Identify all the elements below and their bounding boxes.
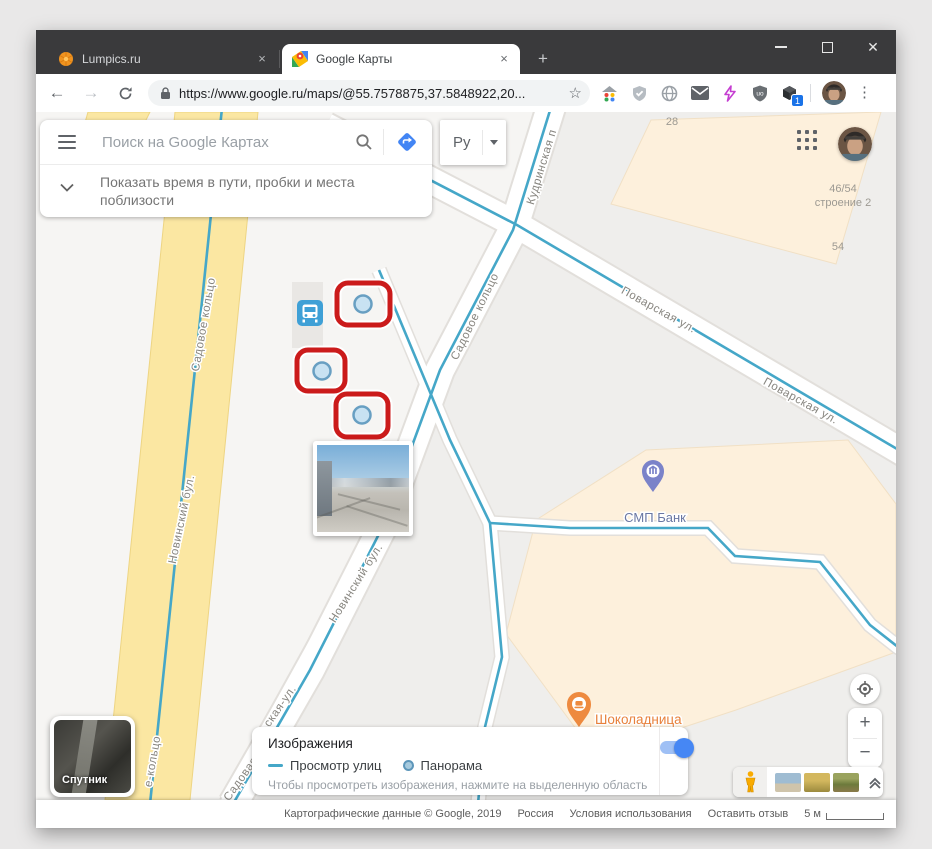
panorama-circle-swatch xyxy=(403,760,414,771)
back-button[interactable]: ← xyxy=(44,80,70,106)
tab-lumpics[interactable]: Lumpics.ru × xyxy=(48,44,278,74)
cube-extension-icon[interactable]: 1 xyxy=(780,84,799,103)
reload-icon xyxy=(118,86,133,101)
google-apps-grid-icon[interactable] xyxy=(796,129,820,153)
images-panel-hint: Чтобы просмотреть изображения, нажмите н… xyxy=(268,778,647,792)
map-canvas[interactable]: Садовое кольцо Новинский бул. е-кольцо К… xyxy=(36,112,896,800)
building-number: 54 xyxy=(832,241,844,253)
building-number: 46/54 xyxy=(829,183,857,195)
language-label: Ру xyxy=(453,134,471,151)
forward-button[interactable]: → xyxy=(78,80,104,106)
zoom-out-button[interactable]: − xyxy=(848,739,882,769)
reload-button[interactable] xyxy=(112,80,138,106)
account-avatar[interactable] xyxy=(838,127,872,161)
shield-check-extension-icon[interactable] xyxy=(630,84,649,103)
pegman-bar xyxy=(733,767,883,797)
language-button[interactable]: Ру xyxy=(440,120,506,165)
poi-bank-label: СМП Банк xyxy=(624,510,686,525)
building-number: строение 2 xyxy=(815,197,871,209)
directions-button[interactable] xyxy=(396,131,418,153)
map-scale: 5 м xyxy=(804,808,884,820)
legend-panorama-label: Панорама xyxy=(421,758,483,773)
commute-banner[interactable]: Показать время в пути, пробки и места по… xyxy=(40,165,432,217)
browser-toolbar: ← → https://www.google.ru/maps/@55.75788… xyxy=(36,74,896,112)
satellite-preview: Спутник xyxy=(54,720,131,793)
building-number: 28 xyxy=(666,116,678,128)
street-view-photo xyxy=(317,445,409,532)
language-divider xyxy=(482,130,483,155)
attribution-terms[interactable]: Условия использования xyxy=(570,808,692,820)
legend-street-view-label: Просмотр улиц xyxy=(290,758,382,773)
url-text: https://www.google.ru/maps/@55.7578875,3… xyxy=(179,86,569,101)
panorama-marker[interactable] xyxy=(354,407,371,424)
search-bar[interactable] xyxy=(40,120,432,165)
browser-menu-icon[interactable]: ⋮ xyxy=(857,90,871,96)
extensions-row: uo 1 ⋮ xyxy=(600,81,871,105)
lumpics-favicon-icon xyxy=(58,51,74,67)
browser-titlebar: Lumpics.ru × Google Карты × + ✕ xyxy=(36,30,896,74)
ublock-shield-extension-icon[interactable]: uo xyxy=(750,84,769,103)
street-view-line-swatch xyxy=(268,764,283,767)
google-maps-favicon-icon xyxy=(292,51,308,67)
images-panel-title: Изображения xyxy=(268,736,647,751)
map-attribution-bar: Картографические данные © Google, 2019 Р… xyxy=(36,800,896,828)
extension-badge: 1 xyxy=(791,94,804,107)
attribution-feedback[interactable]: Оставить отзыв xyxy=(708,808,789,820)
images-legend-panel: Изображения Просмотр улиц Панорама Чтобы… xyxy=(252,727,688,795)
bookmark-star-icon[interactable]: ☆ xyxy=(569,84,582,102)
tab-title: Google Карты xyxy=(316,52,496,66)
tab-separator xyxy=(279,50,280,68)
browser-window: Lumpics.ru × Google Карты × + ✕ ← → http… xyxy=(36,30,896,828)
satellite-label: Спутник xyxy=(62,774,107,786)
tab-google-maps[interactable]: Google Карты × xyxy=(282,44,520,74)
window-minimize-button[interactable] xyxy=(758,30,804,64)
maps-search-panel: Показать время в пути, пробки и места по… xyxy=(40,120,432,217)
globe-extension-icon[interactable] xyxy=(660,84,679,103)
images-toggle[interactable] xyxy=(660,741,692,754)
window-maximize-button[interactable] xyxy=(804,30,850,64)
homepage-extension-icon[interactable] xyxy=(600,84,619,103)
chevron-down-icon[interactable] xyxy=(60,183,74,192)
tab-close-icon[interactable]: × xyxy=(496,51,512,67)
bus-station-icon[interactable] xyxy=(297,300,323,326)
profile-avatar[interactable] xyxy=(822,81,846,105)
street-view-photo-thumbnail[interactable] xyxy=(313,441,413,536)
panorama-marker[interactable] xyxy=(314,363,331,380)
window-close-button[interactable]: ✕ xyxy=(850,30,896,64)
commute-banner-text: Показать время в пути, пробки и места по… xyxy=(100,173,412,209)
scale-label: 5 м xyxy=(804,808,821,820)
url-bar[interactable]: https://www.google.ru/maps/@55.7578875,3… xyxy=(148,80,590,106)
pegman-icon[interactable] xyxy=(733,767,767,797)
new-tab-button[interactable]: + xyxy=(532,48,554,70)
lock-icon xyxy=(160,87,171,100)
toolbar-divider xyxy=(810,84,811,102)
mail-extension-icon[interactable] xyxy=(690,84,709,103)
tab-close-icon[interactable]: × xyxy=(254,51,270,67)
toggle-knob[interactable] xyxy=(674,738,694,758)
lightning-extension-icon[interactable] xyxy=(720,84,739,103)
zoom-controls: + − xyxy=(848,708,882,768)
imagery-thumbnails[interactable] xyxy=(775,773,859,792)
collapse-chevron-icon[interactable] xyxy=(868,775,882,789)
search-input[interactable] xyxy=(102,134,355,151)
panorama-marker[interactable] xyxy=(355,296,372,313)
poi-cafe-label: Шоколадница xyxy=(595,712,682,727)
search-icon[interactable] xyxy=(355,133,373,151)
zoom-in-button[interactable]: + xyxy=(848,708,882,738)
my-location-button[interactable] xyxy=(850,674,880,704)
menu-icon[interactable] xyxy=(58,135,76,149)
language-caret-icon[interactable] xyxy=(490,140,498,145)
satellite-view-toggle[interactable]: Спутник xyxy=(50,716,135,797)
tab-title: Lumpics.ru xyxy=(82,52,254,66)
attribution-data: Картографические данные © Google, 2019 xyxy=(284,808,501,820)
imagery-thumb[interactable] xyxy=(775,773,801,792)
svg-text:uo: uo xyxy=(756,90,764,97)
attribution-country[interactable]: Россия xyxy=(517,808,553,820)
imagery-thumb[interactable] xyxy=(804,773,830,792)
search-divider xyxy=(383,129,384,155)
scale-bar xyxy=(826,813,884,820)
imagery-thumb[interactable] xyxy=(833,773,859,792)
